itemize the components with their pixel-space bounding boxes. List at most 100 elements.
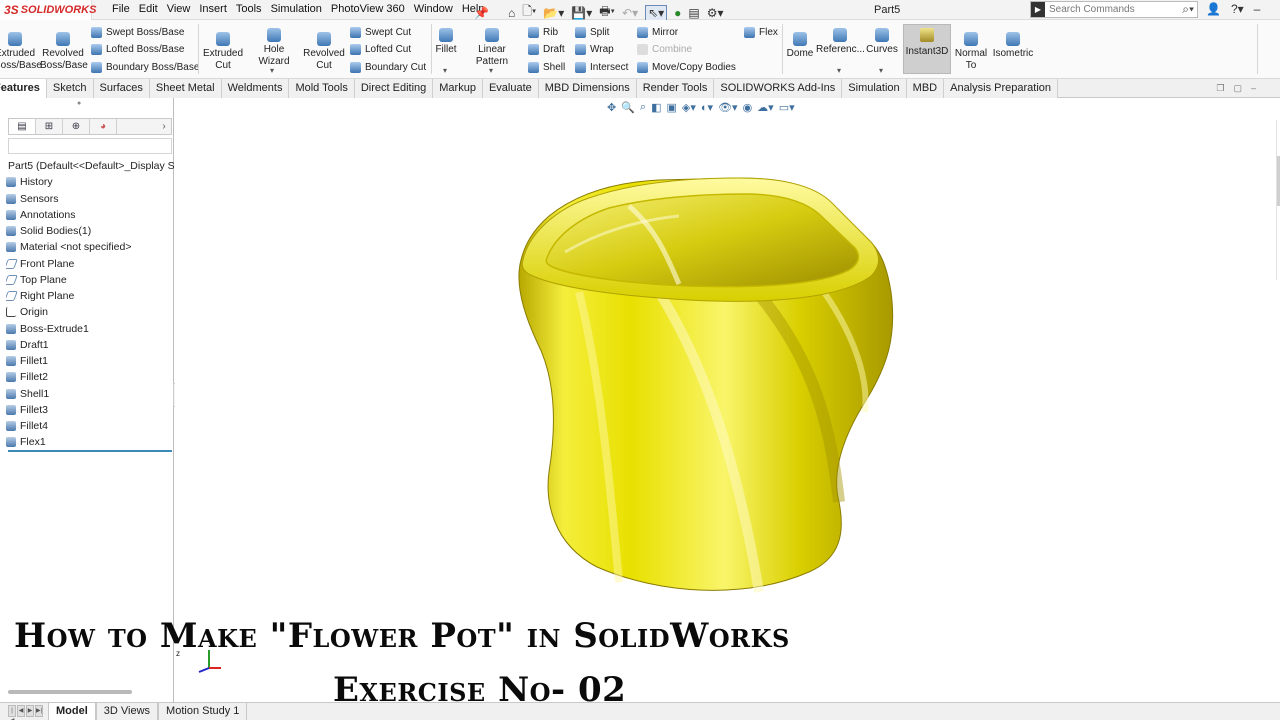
tab-sketch[interactable]: Sketch <box>46 79 94 98</box>
lofted-boss-button[interactable]: Lofted Boss/Base <box>91 44 184 55</box>
previous-view-icon[interactable]: ⌕ <box>640 101 646 114</box>
tree-root-part[interactable]: Part5 (Default<<Default>_Display S <box>6 158 174 174</box>
save-icon[interactable]: 💾▾ <box>571 6 592 20</box>
swept-cut-button[interactable]: Swept Cut <box>350 27 411 38</box>
boundary-boss-button[interactable]: Boundary Boss/Base <box>91 62 199 73</box>
search-scope-icon[interactable]: ▶ <box>1031 2 1045 17</box>
flex-button[interactable]: Flex <box>744 27 778 38</box>
property-manager-tab-icon[interactable]: ⊞ <box>36 119 63 134</box>
view-settings-icon[interactable]: ▭▾ <box>779 101 795 114</box>
tab-evaluate[interactable]: Evaluate <box>482 79 539 98</box>
hide-show-items-icon[interactable]: 👁▾ <box>718 101 738 114</box>
solidworks-logo[interactable]: 3S SOLIDWORKS <box>0 0 96 20</box>
tree-item-fillet1[interactable]: Fillet1 <box>6 353 174 369</box>
apply-scene-icon[interactable]: ☁▾ <box>757 101 774 114</box>
feature-tree-tab-icon[interactable]: ▤ <box>9 119 36 134</box>
tree-item-fillet3[interactable]: Fillet3 <box>6 402 174 418</box>
tab-mbd[interactable]: MBD <box>906 79 945 98</box>
search-input[interactable]: Search Commands <box>1045 4 1182 15</box>
tree-horizontal-scrollbar[interactable] <box>8 690 132 694</box>
minimize-icon[interactable]: – <box>1254 2 1261 16</box>
shell-button[interactable]: Shell <box>528 62 565 73</box>
flower-pot-model[interactable] <box>509 172 899 612</box>
tree-item-flex1[interactable]: Flex1 <box>6 434 174 450</box>
reference-geometry-button[interactable]: Referenc... <box>816 28 865 56</box>
extruded-boss-button[interactable]: Extruded Boss/Base <box>0 32 42 72</box>
last-tab-icon[interactable]: ▶| <box>35 705 43 717</box>
tab-simulation[interactable]: Simulation <box>842 79 907 98</box>
curves-button[interactable]: Curves <box>865 28 899 56</box>
isometric-button[interactable]: Isometric <box>992 32 1034 60</box>
pin-icon[interactable]: 📌 <box>474 6 489 20</box>
menu-insert[interactable]: Insert <box>199 3 227 15</box>
tree-item-history[interactable]: History <box>6 174 174 190</box>
home-icon[interactable]: ⌂ <box>508 6 515 20</box>
lofted-cut-button[interactable]: Lofted Cut <box>350 44 411 55</box>
edit-appearance-icon[interactable]: ◉ <box>743 101 753 114</box>
next-tab-icon[interactable]: ▶ <box>26 705 34 717</box>
select-icon[interactable]: ⇖▾ <box>645 4 668 21</box>
tree-filter-input[interactable] <box>8 138 172 154</box>
tree-item-right-plane[interactable]: Right Plane <box>6 288 174 304</box>
dome-button[interactable]: Dome <box>785 32 815 60</box>
tab-surfaces[interactable]: Surfaces <box>93 79 150 98</box>
fillet-dropdown-icon[interactable]: ▾ <box>443 66 447 75</box>
search-commands[interactable]: ▶ Search Commands ⌕▾ <box>1030 1 1198 18</box>
viewport-minimize-icon[interactable]: – <box>1251 83 1256 94</box>
menu-photoview[interactable]: PhotoView 360 <box>331 3 405 15</box>
menu-file[interactable]: File <box>112 3 130 15</box>
revolved-cut-button[interactable]: Revolved Cut <box>303 32 345 72</box>
panel-handle-icon[interactable]: ● <box>77 100 81 107</box>
swept-boss-button[interactable]: Swept Boss/Base <box>91 27 184 38</box>
fillet-button[interactable]: Fillet <box>434 28 458 56</box>
tab-3d-views[interactable]: 3D Views <box>95 703 159 720</box>
linear-pattern-button[interactable]: Linear Pattern <box>461 28 523 68</box>
help-icon[interactable]: ?▾ <box>1231 2 1244 16</box>
tree-item-sensors[interactable]: Sensors <box>6 191 174 207</box>
zoom-to-fit-icon[interactable]: ✥ <box>607 101 616 114</box>
revolved-boss-button[interactable]: Revolved Boss/Base <box>40 32 88 72</box>
tab-render-tools[interactable]: Render Tools <box>636 79 715 98</box>
intersect-button[interactable]: Intersect <box>575 62 628 73</box>
tree-item-fillet4[interactable]: Fillet4 <box>6 418 174 434</box>
tree-item-solid-bodies[interactable]: Solid Bodies(1) <box>6 223 174 239</box>
split-button[interactable]: Split <box>575 27 609 38</box>
tile-icon[interactable]: ▢ <box>1233 83 1242 94</box>
menu-view[interactable]: View <box>167 3 191 15</box>
graphics-area[interactable]: ✥ 🔍 ⌕ ◧ ▣ ◈▾ ◐▾ 👁▾ ◉ ☁▾ ▭▾ z <box>175 98 1280 703</box>
dynamic-annotation-icon[interactable]: ▣ <box>667 101 677 114</box>
tab-mbd-dimensions[interactable]: MBD Dimensions <box>538 79 637 98</box>
view-orientation-icon[interactable]: ◈▾ <box>682 101 696 114</box>
tree-item-draft1[interactable]: Draft1 <box>6 337 174 353</box>
tab-addins[interactable]: SOLIDWORKS Add-Ins <box>714 79 843 98</box>
tree-item-front-plane[interactable]: Front Plane <box>6 256 174 272</box>
tree-item-origin[interactable]: Origin <box>6 304 174 320</box>
tab-markup[interactable]: Markup <box>433 79 483 98</box>
rebuild-icon[interactable]: ● <box>674 6 681 20</box>
draft-button[interactable]: Draft <box>528 44 565 55</box>
reference-dropdown-icon[interactable]: ▾ <box>837 66 841 75</box>
first-tab-icon[interactable]: |◀ <box>8 705 16 720</box>
configuration-manager-tab-icon[interactable]: ⊕ <box>63 119 90 134</box>
tab-direct-editing[interactable]: Direct Editing <box>354 79 434 98</box>
tree-item-boss-extrude1[interactable]: Boss-Extrude1 <box>6 321 174 337</box>
menu-edit[interactable]: Edit <box>139 3 158 15</box>
boundary-cut-button[interactable]: Boundary Cut <box>350 62 426 73</box>
options-icon[interactable]: ⚙▾ <box>707 6 724 20</box>
extruded-cut-button[interactable]: Extruded Cut <box>202 32 244 72</box>
move-copy-bodies-button[interactable]: Move/Copy Bodies <box>637 62 736 73</box>
section-view-icon[interactable]: ◧ <box>651 101 661 114</box>
mirror-button[interactable]: Mirror <box>637 27 678 38</box>
curves-dropdown-icon[interactable]: ▾ <box>879 66 883 75</box>
restore-icon[interactable]: ❐ <box>1216 83 1224 94</box>
rib-button[interactable]: Rib <box>528 27 558 38</box>
tab-sheet-metal[interactable]: Sheet Metal <box>149 79 222 98</box>
rollback-bar[interactable] <box>8 450 172 452</box>
display-manager-tab-icon[interactable]: ◕ <box>90 119 117 134</box>
combine-button[interactable]: Combine <box>637 44 692 55</box>
tab-model[interactable]: Model <box>48 703 96 720</box>
user-icon[interactable]: 👤 <box>1206 2 1221 16</box>
normal-to-button[interactable]: Normal To <box>953 32 989 72</box>
menu-window[interactable]: Window <box>414 3 453 15</box>
zoom-to-area-icon[interactable]: 🔍 <box>621 101 635 114</box>
